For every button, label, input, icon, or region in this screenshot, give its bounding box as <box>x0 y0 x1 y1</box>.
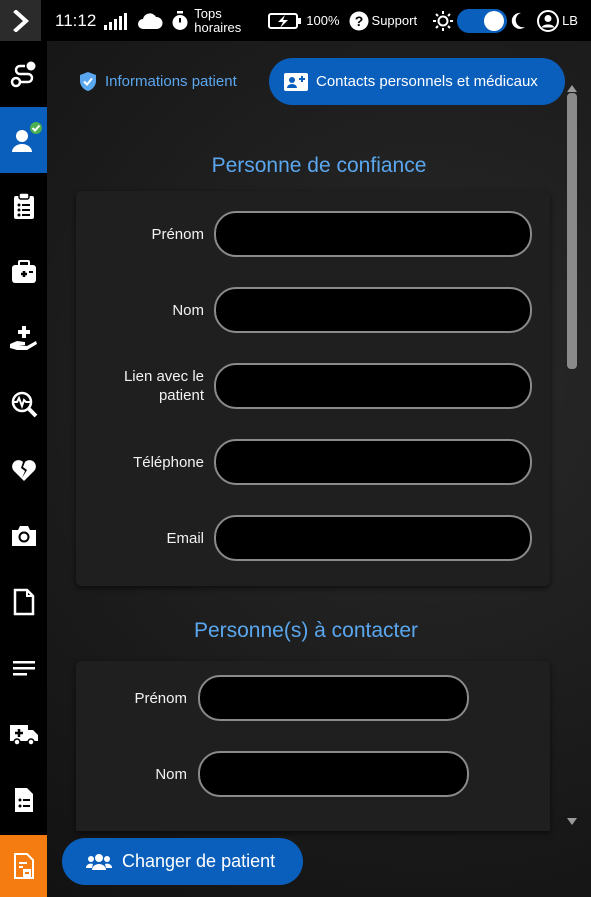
scroll-down-icon[interactable] <box>567 818 577 825</box>
trusted-relation-label: Lien avec le patient <box>123 368 204 404</box>
sidebar-item-medical-kit[interactable] <box>0 239 47 305</box>
contact-lastname-label: Nom <box>155 765 187 783</box>
sidebar <box>0 41 47 897</box>
shield-check-icon <box>80 72 96 91</box>
svg-text:?: ? <box>354 13 363 29</box>
sidebar-item-camera[interactable] <box>0 503 47 569</box>
change-patient-button[interactable]: Changer de patient <box>62 838 303 885</box>
change-patient-label: Changer de patient <box>122 851 276 871</box>
scrollbar[interactable] <box>565 85 579 825</box>
support-label: Support <box>371 13 418 28</box>
trusted-relation-row: Lien avec le patient <box>87 363 532 409</box>
trusted-lastname-input[interactable] <box>214 287 532 333</box>
tops-label-line1: Tops <box>194 5 222 21</box>
file-transfer-icon <box>13 853 34 879</box>
check-badge-icon <box>28 120 44 136</box>
user-circle-icon <box>537 9 560 32</box>
support-button[interactable]: ? Support <box>349 11 418 31</box>
trusted-email-row: Email <box>87 515 532 561</box>
contact-lastname-row: Nom <box>87 751 469 797</box>
contact-firstname-label: Prénom <box>134 689 187 707</box>
camera-icon <box>11 526 36 546</box>
battery-percent: 100% <box>306 13 340 28</box>
stopwatch-icon <box>172 10 188 30</box>
chevron-right-icon <box>12 9 29 32</box>
tab-patient-info[interactable]: Informations patient <box>79 71 237 92</box>
tab-bar: Informations patient Contacts personnels… <box>47 56 591 106</box>
trusted-firstname-input[interactable] <box>214 211 532 257</box>
sidebar-item-transfer[interactable] <box>0 835 47 897</box>
trusted-firstname-label: Prénom <box>151 225 204 243</box>
scroll-thumb[interactable] <box>567 93 577 369</box>
trusted-relation-input[interactable] <box>214 363 532 409</box>
tab-patient-info-label: Informations patient <box>105 73 237 90</box>
status-bar: 11:12 Tops horaires 100% ? Support LB <box>0 0 591 41</box>
trusted-email-input[interactable] <box>214 515 532 561</box>
clipboard-list-icon <box>13 192 34 219</box>
help-icon: ? <box>349 11 369 30</box>
clock-time: 11:12 <box>55 10 97 30</box>
trusted-lastname-label: Nom <box>172 301 204 319</box>
tops-label-line2: horaires <box>194 19 242 35</box>
file-list-icon <box>14 788 33 812</box>
signal-icon <box>104 12 128 30</box>
trusted-phone-row: Téléphone <box>87 439 532 485</box>
contact-lastname-input[interactable] <box>198 751 469 797</box>
ambulance-icon <box>9 725 38 746</box>
search-pulse-icon <box>11 391 37 418</box>
sidebar-item-exam[interactable] <box>0 371 47 437</box>
dark-mode-toggle[interactable] <box>457 8 508 33</box>
sidebar-item-care[interactable] <box>0 305 47 371</box>
sidebar-item-transport[interactable] <box>0 701 47 767</box>
user-account-button[interactable]: LB <box>537 9 578 32</box>
sidebar-item-patient[interactable] <box>0 107 47 173</box>
sidebar-item-report[interactable] <box>0 767 47 833</box>
trusted-person-title: Personne de confiance <box>211 154 427 177</box>
contacts-title: Personne(s) à contacter <box>193 619 419 642</box>
medical-kit-icon <box>11 260 36 283</box>
tab-contacts-label: Contacts personnels et médicaux <box>316 73 538 90</box>
main-content: Informations patient Contacts personnels… <box>47 41 591 897</box>
trusted-phone-label: Téléphone <box>133 453 204 471</box>
sun-icon <box>433 10 454 31</box>
trusted-lastname-row: Nom <box>87 287 532 333</box>
lines-icon <box>12 661 35 676</box>
contact-firstname-input[interactable] <box>198 675 469 721</box>
sidebar-item-notes[interactable] <box>0 635 47 701</box>
route-icon <box>10 61 35 88</box>
menu-expand-button[interactable] <box>0 0 41 41</box>
user-initials: LB <box>562 13 578 28</box>
contact-firstname-row: Prénom <box>87 675 469 721</box>
hand-medical-icon <box>9 326 37 350</box>
sidebar-item-route[interactable] <box>0 41 47 107</box>
moon-icon <box>511 12 526 29</box>
sidebar-item-clipboard[interactable] <box>0 173 47 239</box>
battery-charging-icon <box>268 12 302 29</box>
contact-card-icon <box>284 72 308 91</box>
trusted-firstname-row: Prénom <box>87 211 532 257</box>
battery-status: 100% <box>268 12 340 30</box>
document-icon <box>13 588 34 616</box>
scroll-up-icon[interactable] <box>567 85 577 92</box>
broken-heart-icon <box>11 460 36 481</box>
cloud-icon <box>138 12 163 29</box>
trusted-phone-input[interactable] <box>214 439 532 485</box>
sidebar-item-cardio[interactable] <box>0 437 47 503</box>
trusted-email-label: Email <box>166 529 204 547</box>
users-icon <box>86 853 112 870</box>
tops-horaires-button[interactable]: Tops horaires <box>171 5 246 35</box>
tab-contacts[interactable]: Contacts personnels et médicaux <box>269 58 565 105</box>
